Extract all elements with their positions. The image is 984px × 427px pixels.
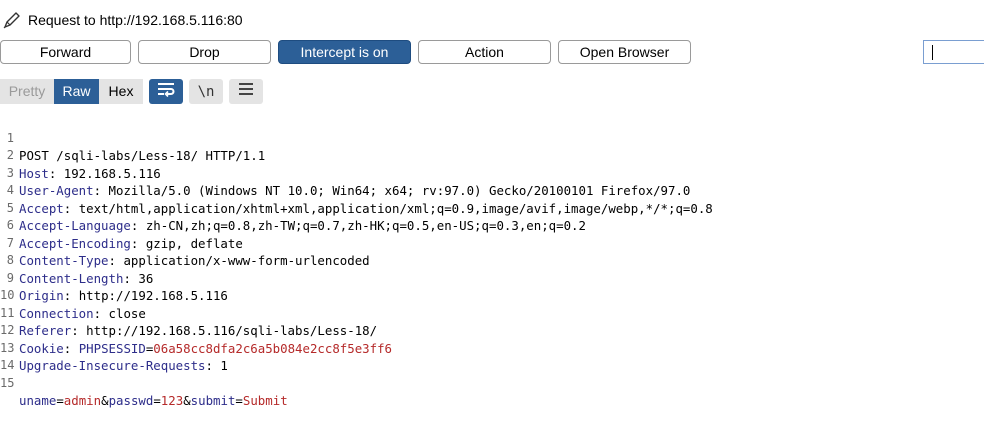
open-browser-button[interactable]: Open Browser [558,40,691,64]
tab-pretty[interactable]: Pretty [0,79,54,104]
param-name: passwd [108,393,154,408]
param-value: admin [63,393,102,408]
action-button[interactable]: Action [418,40,551,64]
tab-hex[interactable]: Hex [99,79,143,104]
menu-button[interactable] [229,79,263,104]
editor-line: 12 Cookie: PHPSESSID=06a58cc8dfa2c6a5b08… [0,305,984,356]
newline-toggle-button[interactable]: \n [189,79,223,104]
pencil-icon[interactable] [2,10,22,30]
newline-icon: \n [197,83,215,100]
line-number: 15 [0,375,15,390]
param-value: Submit [242,393,288,408]
menu-icon [237,82,255,101]
body-line: uname=admin&passwd=123&submit=Submit [19,393,288,408]
editor-line: 11 Referer: http://192.168.5.116/sqli-la… [0,287,984,339]
view-tabs: Pretty Raw Hex \n [0,79,984,104]
editor-line: 15 uname=admin&passwd=123&submit=Submit [0,357,984,409]
editor-line: 6 Accept-Encoding: gzip, deflate [0,200,984,251]
editor-line: 14 [0,340,984,372]
editor-line: 4 Accept: text/html,application/xhtml+xm… [0,165,984,216]
text-caret [932,45,933,60]
drop-button[interactable]: Drop [138,40,271,64]
intercept-toggle-button[interactable]: Intercept is on [278,40,411,64]
request-editor[interactable]: 1 POST /sqli-labs/Less-18/ HTTP/1.1 2 Ho… [0,112,984,409]
param-value: 123 [160,393,184,408]
editor-line: 13 Upgrade-Insecure-Requests: 1 [0,322,984,374]
editor-line: 1 POST /sqli-labs/Less-18/ HTTP/1.1 [0,112,984,164]
search-input[interactable] [923,40,984,64]
editor-line: 8 Content-Length: 36 [0,235,984,286]
forward-button[interactable]: Forward [0,40,131,64]
editor-line: 9 Origin: http://192.168.5.116 [0,252,984,304]
param-name: submit [190,393,236,408]
intercept-toolbar: Forward Drop Intercept is on Action Open… [0,40,984,66]
editor-line: 10 Connection: close [0,270,984,321]
request-header: Request to http://192.168.5.116:80 [0,0,984,40]
editor-line: 2 Host: 192.168.5.116 [0,130,984,181]
wrap-lines-icon [156,81,176,102]
wrap-lines-button[interactable] [149,79,183,104]
editor-line: 5 Accept-Language: zh-CN,zh;q=0.8,zh-TW;… [0,182,984,234]
editor-line: 3 User-Agent: Mozilla/5.0 (Windows NT 10… [0,147,984,199]
tab-raw[interactable]: Raw [54,79,99,104]
editor-line: 7 Content-Type: application/x-www-form-u… [0,217,984,269]
param-name: uname [19,393,57,408]
request-title: Request to http://192.168.5.116:80 [28,12,243,28]
